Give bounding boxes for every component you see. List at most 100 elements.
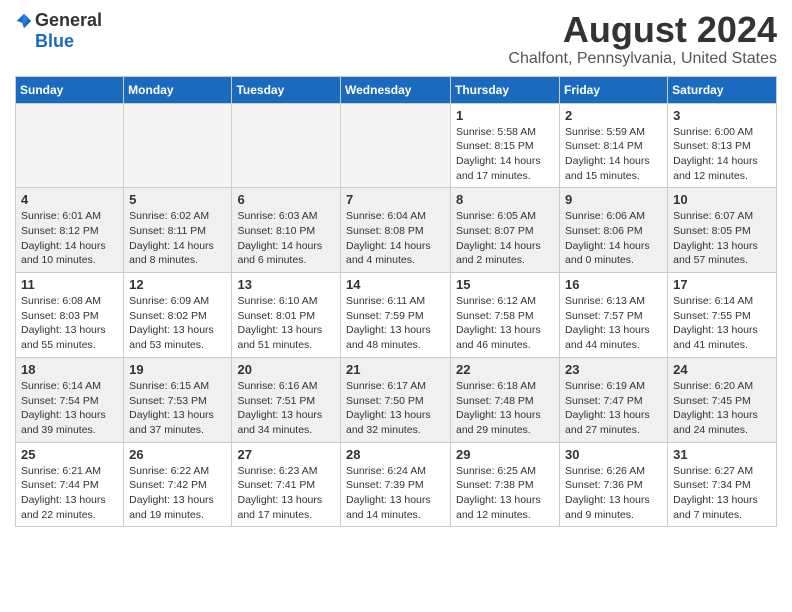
day-info: Sunrise: 6:05 AMSunset: 8:07 PMDaylight:…: [456, 209, 554, 268]
day-info: Sunrise: 6:18 AMSunset: 7:48 PMDaylight:…: [456, 379, 554, 438]
day-number: 22: [456, 362, 554, 377]
day-number: 30: [565, 447, 662, 462]
logo-icon: [15, 12, 33, 30]
day-cell: 1Sunrise: 5:58 AMSunset: 8:15 PMDaylight…: [451, 103, 560, 188]
calendar-body: 1Sunrise: 5:58 AMSunset: 8:15 PMDaylight…: [16, 103, 777, 527]
day-info: Sunrise: 6:20 AMSunset: 7:45 PMDaylight:…: [673, 379, 771, 438]
day-cell: 25 Sunrise: 6:21 AMSunset: 7:44 PMDayligh…: [16, 442, 124, 527]
header-cell-sunday: Sunday: [16, 76, 124, 103]
day-number: 14: [346, 277, 445, 292]
day-info: Sunrise: 6:06 AMSunset: 8:06 PMDaylight:…: [565, 209, 662, 268]
day-number: 20: [237, 362, 335, 377]
day-number: 3: [673, 108, 771, 123]
day-info: Sunrise: 6:17 AMSunset: 7:50 PMDaylight:…: [346, 379, 445, 438]
day-cell: 20Sunrise: 6:16 AMSunset: 7:51 PMDayligh…: [232, 357, 341, 442]
day-number: 25: [21, 447, 118, 462]
day-number: 1: [456, 108, 554, 123]
day-cell: [16, 103, 124, 188]
day-number: 28: [346, 447, 445, 462]
day-cell: 5Sunrise: 6:02 AMSunset: 8:11 PMDaylight…: [124, 188, 232, 273]
day-number: 21: [346, 362, 445, 377]
day-cell: 4 Sunrise: 6:01 AMSunset: 8:12 PMDaylight…: [16, 188, 124, 273]
day-info: Sunrise: 6:04 AMSunset: 8:08 PMDaylight:…: [346, 209, 445, 268]
week-row-0: 1Sunrise: 5:58 AMSunset: 8:15 PMDaylight…: [16, 103, 777, 188]
day-cell: [341, 103, 451, 188]
day-info: Sunrise: 5:59 AMSunset: 8:14 PMDaylight:…: [565, 125, 662, 184]
day-info: Sunrise: 6:19 AMSunset: 7:47 PMDaylight:…: [565, 379, 662, 438]
week-row-1: 4 Sunrise: 6:01 AMSunset: 8:12 PMDaylight…: [16, 188, 777, 273]
day-cell: 31 Sunrise: 6:27 AMSunset: 7:34 PMDayligh…: [668, 442, 777, 527]
day-number: 24: [673, 362, 771, 377]
day-info: Sunrise: 6:07 AMSunset: 8:05 PMDaylight:…: [673, 209, 771, 268]
day-info: Sunrise: 6:24 AMSunset: 7:39 PMDaylight:…: [346, 464, 445, 523]
day-cell: 8 Sunrise: 6:05 AMSunset: 8:07 PMDaylight…: [451, 188, 560, 273]
day-info: Sunrise: 6:00 AMSunset: 8:13 PMDaylight:…: [673, 125, 771, 184]
header-cell-wednesday: Wednesday: [341, 76, 451, 103]
day-number: 12: [129, 277, 226, 292]
day-cell: 26 Sunrise: 6:22 AMSunset: 7:42 PMDayligh…: [124, 442, 232, 527]
day-cell: 13 Sunrise: 6:10 AMSunset: 8:01 PMDayligh…: [232, 273, 341, 358]
day-info: Sunrise: 6:11 AMSunset: 7:59 PMDaylight:…: [346, 294, 445, 353]
day-info: Sunrise: 6:09 AMSunset: 8:02 PMDaylight:…: [129, 294, 226, 353]
day-cell: 28 Sunrise: 6:24 AMSunset: 7:39 PMDayligh…: [341, 442, 451, 527]
page-header: General Blue August 2024 Chalfont, Penns…: [15, 10, 777, 68]
day-number: 2: [565, 108, 662, 123]
day-number: 9: [565, 192, 662, 207]
day-cell: [124, 103, 232, 188]
day-cell: 15Sunrise: 6:12 AMSunset: 7:58 PMDayligh…: [451, 273, 560, 358]
logo-general: General: [35, 10, 102, 31]
day-number: 4: [21, 192, 118, 207]
day-number: 8: [456, 192, 554, 207]
day-info: Sunrise: 6:21 AMSunset: 7:44 PMDaylight:…: [21, 464, 118, 523]
day-cell: 6Sunrise: 6:03 AMSunset: 8:10 PMDaylight…: [232, 188, 341, 273]
day-info: Sunrise: 6:22 AMSunset: 7:42 PMDaylight:…: [129, 464, 226, 523]
day-info: Sunrise: 6:10 AMSunset: 8:01 PMDaylight:…: [237, 294, 335, 353]
day-number: 10: [673, 192, 771, 207]
week-row-3: 18Sunrise: 6:14 AMSunset: 7:54 PMDayligh…: [16, 357, 777, 442]
day-info: Sunrise: 6:01 AMSunset: 8:12 PMDaylight:…: [21, 209, 118, 268]
day-cell: 24 Sunrise: 6:20 AMSunset: 7:45 PMDayligh…: [668, 357, 777, 442]
day-number: 31: [673, 447, 771, 462]
day-number: 13: [237, 277, 335, 292]
calendar-table: SundayMondayTuesdayWednesdayThursdayFrid…: [15, 76, 777, 528]
day-cell: 18Sunrise: 6:14 AMSunset: 7:54 PMDayligh…: [16, 357, 124, 442]
day-cell: 29 Sunrise: 6:25 AMSunset: 7:38 PMDayligh…: [451, 442, 560, 527]
day-cell: 19 Sunrise: 6:15 AMSunset: 7:53 PMDayligh…: [124, 357, 232, 442]
calendar-header: SundayMondayTuesdayWednesdayThursdayFrid…: [16, 76, 777, 103]
day-number: 17: [673, 277, 771, 292]
day-cell: 22 Sunrise: 6:18 AMSunset: 7:48 PMDayligh…: [451, 357, 560, 442]
logo: General Blue: [15, 10, 102, 52]
day-info: Sunrise: 6:27 AMSunset: 7:34 PMDaylight:…: [673, 464, 771, 523]
day-cell: 11Sunrise: 6:08 AMSunset: 8:03 PMDayligh…: [16, 273, 124, 358]
title-area: August 2024 Chalfont, Pennsylvania, Unit…: [508, 10, 777, 68]
day-number: 11: [21, 277, 118, 292]
day-info: Sunrise: 6:03 AMSunset: 8:10 PMDaylight:…: [237, 209, 335, 268]
day-number: 16: [565, 277, 662, 292]
header-cell-thursday: Thursday: [451, 76, 560, 103]
header-cell-friday: Friday: [560, 76, 668, 103]
day-number: 26: [129, 447, 226, 462]
logo-blue: Blue: [35, 31, 74, 52]
day-number: 15: [456, 277, 554, 292]
day-info: Sunrise: 6:14 AMSunset: 7:54 PMDaylight:…: [21, 379, 118, 438]
day-number: 27: [237, 447, 335, 462]
header-cell-tuesday: Tuesday: [232, 76, 341, 103]
day-cell: 7 Sunrise: 6:04 AMSunset: 8:08 PMDaylight…: [341, 188, 451, 273]
day-number: 7: [346, 192, 445, 207]
day-info: Sunrise: 6:14 AMSunset: 7:55 PMDaylight:…: [673, 294, 771, 353]
day-info: Sunrise: 6:26 AMSunset: 7:36 PMDaylight:…: [565, 464, 662, 523]
day-info: Sunrise: 6:15 AMSunset: 7:53 PMDaylight:…: [129, 379, 226, 438]
day-number: 19: [129, 362, 226, 377]
day-info: Sunrise: 6:25 AMSunset: 7:38 PMDaylight:…: [456, 464, 554, 523]
month-title: August 2024: [508, 10, 777, 50]
day-cell: 2 Sunrise: 5:59 AMSunset: 8:14 PMDaylight…: [560, 103, 668, 188]
location-title: Chalfont, Pennsylvania, United States: [508, 50, 777, 68]
day-cell: 14 Sunrise: 6:11 AMSunset: 7:59 PMDayligh…: [341, 273, 451, 358]
day-number: 29: [456, 447, 554, 462]
day-number: 23: [565, 362, 662, 377]
week-row-2: 11Sunrise: 6:08 AMSunset: 8:03 PMDayligh…: [16, 273, 777, 358]
day-cell: 16Sunrise: 6:13 AMSunset: 7:57 PMDayligh…: [560, 273, 668, 358]
day-cell: 23 Sunrise: 6:19 AMSunset: 7:47 PMDayligh…: [560, 357, 668, 442]
day-number: 5: [129, 192, 226, 207]
header-row: SundayMondayTuesdayWednesdayThursdayFrid…: [16, 76, 777, 103]
